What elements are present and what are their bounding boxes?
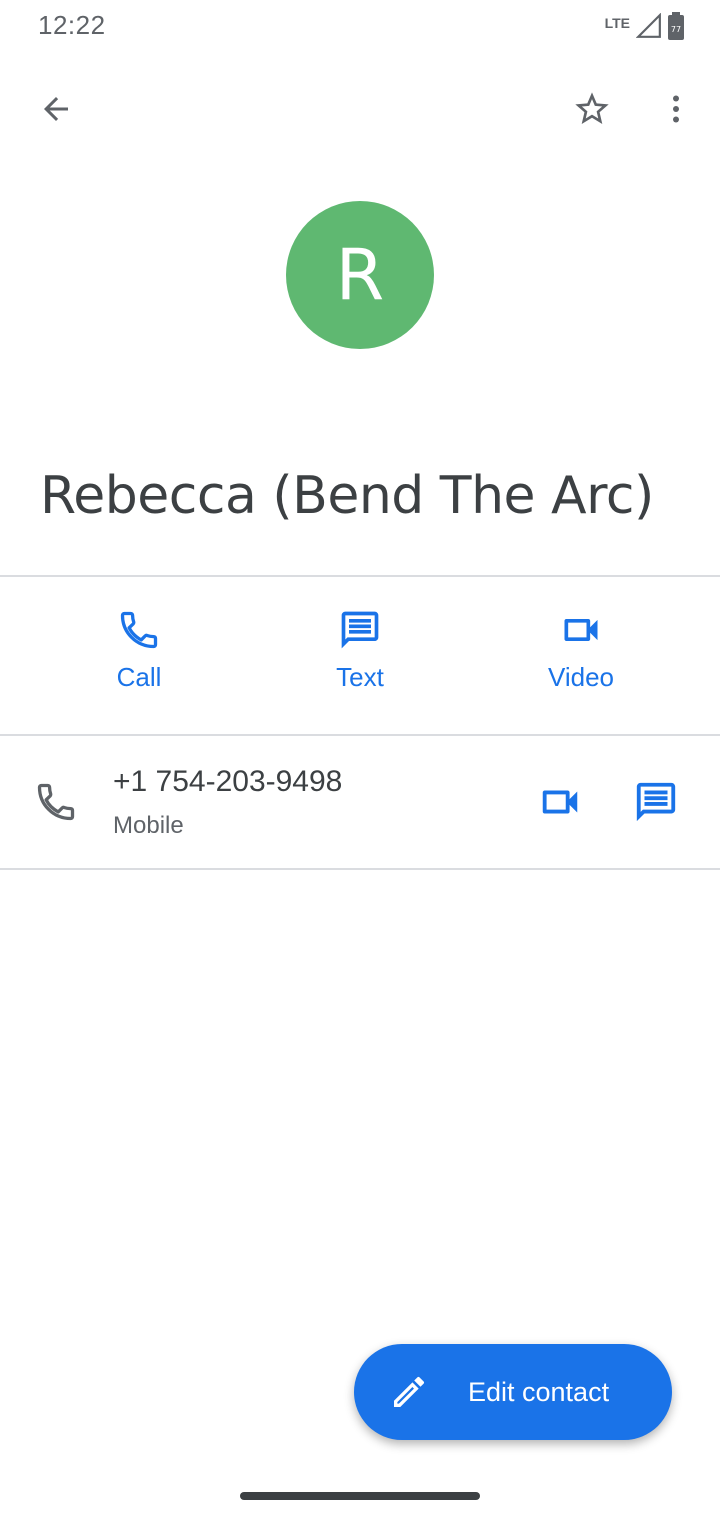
favorite-button[interactable] bbox=[564, 81, 620, 137]
network-type: LTE bbox=[604, 15, 630, 31]
phone-type: Mobile bbox=[113, 812, 184, 839]
message-number-button[interactable] bbox=[628, 774, 684, 830]
arrow-back-icon bbox=[44, 97, 68, 121]
text-label: Text bbox=[336, 662, 384, 692]
phone-entry-icon-wrap bbox=[34, 780, 78, 829]
more-options-button[interactable] bbox=[648, 81, 704, 137]
pencil-icon bbox=[394, 1376, 425, 1407]
call-label: Call bbox=[116, 662, 162, 692]
signal-icon bbox=[636, 13, 661, 38]
more-vert-icon bbox=[673, 95, 679, 123]
edit-contact-label: Edit contact bbox=[468, 1376, 610, 1407]
battery-level: 77 bbox=[671, 25, 681, 34]
text-action-button[interactable]: Text bbox=[280, 608, 440, 693]
message-icon bbox=[341, 611, 379, 649]
video-call-number-button[interactable] bbox=[532, 774, 588, 830]
pencil-icon-wrap bbox=[388, 1371, 430, 1413]
status-time: 12:22 bbox=[38, 10, 106, 40]
battery-icon: 77 bbox=[668, 12, 684, 40]
avatar: R bbox=[286, 201, 434, 349]
status-icons: LTE 77 bbox=[605, 10, 686, 42]
videocam-icon bbox=[542, 790, 578, 814]
video-action-button[interactable]: Video bbox=[501, 608, 661, 693]
star-outline-icon bbox=[575, 92, 609, 124]
back-button[interactable] bbox=[28, 81, 84, 137]
phone-icon bbox=[37, 783, 75, 821]
phone-entry-row[interactable] bbox=[0, 736, 720, 868]
gesture-nav-handle[interactable] bbox=[240, 1492, 480, 1500]
edit-contact-button[interactable]: Edit contact bbox=[354, 1344, 672, 1440]
phone-icon bbox=[120, 611, 158, 649]
contact-name: Rebecca (Bend The Arc) bbox=[40, 466, 654, 526]
videocam-icon bbox=[564, 619, 598, 641]
avatar-initial: R bbox=[335, 234, 385, 316]
divider bbox=[0, 868, 720, 870]
video-label: Video bbox=[547, 662, 615, 692]
call-action-button[interactable]: Call bbox=[59, 608, 219, 693]
phone-number: +1 754-203-9498 bbox=[113, 765, 343, 798]
message-icon bbox=[636, 782, 676, 822]
divider bbox=[0, 575, 720, 577]
